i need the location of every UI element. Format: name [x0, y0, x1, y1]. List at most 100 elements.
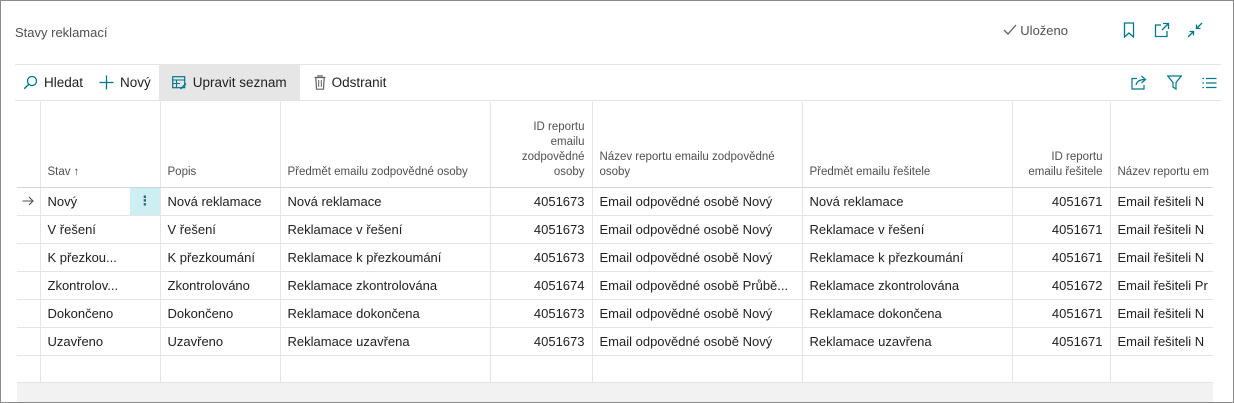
cell-id-res-empty[interactable]	[1012, 355, 1111, 383]
col-predmet-zodp[interactable]: Předmět emailu zodpovědné osoby	[280, 102, 491, 188]
cell-id-zodp[interactable]: 4051674	[490, 271, 593, 300]
cell-stav[interactable]: V řešení	[40, 215, 130, 244]
cell-predmet-zodp[interactable]: Reklamace k přezkoumání	[280, 243, 491, 272]
table-row[interactable]: Nový ⋮ Nová reklamace Nová reklamace 405…	[17, 187, 1213, 216]
cell-nazev-res[interactable]: Email řešiteli N	[1110, 243, 1213, 272]
cell-id-zodp[interactable]: 4051673	[490, 215, 593, 244]
cell-nazev-zodp[interactable]: Email odpovědné osobě Nový	[592, 327, 803, 356]
col-predmet-res[interactable]: Předmět emailu řešitele	[802, 102, 1013, 188]
col-popis[interactable]: Popis	[160, 102, 281, 188]
edit-list-button[interactable]: Upravit seznam	[158, 65, 300, 100]
view-actions	[1111, 75, 1221, 90]
page-frame: Stavy reklamací Uloženo Hledat Nový Upra…	[0, 0, 1234, 403]
row-menu-button[interactable]	[130, 299, 161, 328]
cell-popis[interactable]: Nová reklamace	[160, 187, 281, 216]
cell-stav[interactable]: Zkontrolov...	[40, 271, 130, 300]
col-id-res[interactable]: ID reportu emailu řešitele	[1012, 102, 1111, 188]
delete-button[interactable]: Odstranit	[300, 65, 395, 100]
row-menu-button[interactable]	[130, 355, 161, 383]
col-id-zodp[interactable]: ID reportu emailu zodpovědné osoby	[490, 102, 593, 188]
col-id-res-line1: ID reportu	[1051, 150, 1103, 163]
header-row: Stav ↑ Popis Předmět emailu zodpovědné os…	[17, 102, 1213, 188]
cell-nazev-zodp-empty[interactable]	[592, 355, 803, 383]
cell-nazev-zodp[interactable]: Email odpovědné osobě Průbě...	[592, 271, 803, 300]
cell-id-res[interactable]: 4051671	[1012, 187, 1111, 216]
cell-popis[interactable]: K přezkoumání	[160, 243, 281, 272]
table-row[interactable]: Uzavřeno Uzavřeno Reklamace uzavřena 405…	[17, 327, 1213, 356]
bookmark-icon[interactable]	[1121, 22, 1137, 38]
cell-stav[interactable]: Dokončeno	[40, 299, 130, 328]
cell-stav[interactable]: Nový	[40, 187, 130, 216]
cell-id-zodp-empty[interactable]	[490, 355, 593, 383]
sort-ascending-icon: ↑	[73, 165, 80, 178]
new-button[interactable]: Nový	[91, 65, 159, 100]
col-nazev-zodp-line2: osoby	[599, 165, 631, 178]
cell-id-res[interactable]: 4051672	[1012, 271, 1111, 300]
row-indicator	[17, 327, 41, 356]
open-new-window-icon[interactable]	[1154, 22, 1170, 38]
cell-id-zodp[interactable]: 4051673	[490, 187, 593, 216]
cell-id-zodp[interactable]: 4051673	[490, 327, 593, 356]
cell-predmet-zodp[interactable]: Reklamace v řešení	[280, 215, 491, 244]
cell-predmet-res[interactable]: Reklamace zkontrolována	[802, 271, 1013, 300]
table-row[interactable]: Zkontrolov... Zkontrolováno Reklamace zk…	[17, 271, 1213, 300]
cell-id-res[interactable]: 4051671	[1012, 327, 1111, 356]
row-indicator	[17, 271, 41, 300]
cell-predmet-zodp-empty[interactable]	[280, 355, 491, 383]
cell-stav[interactable]: K přezkou...	[40, 243, 130, 272]
cell-nazev-res[interactable]: Email řešiteli N	[1110, 327, 1213, 356]
col-id-zodp-line2: emailu	[550, 135, 585, 148]
list-view-icon[interactable]	[1202, 77, 1217, 89]
search-button[interactable]: Hledat	[15, 65, 91, 100]
cell-predmet-res[interactable]: Reklamace v řešení	[802, 215, 1013, 244]
table-row[interactable]: K přezkou... K přezkoumání Reklamace k p…	[17, 243, 1213, 272]
cell-popis[interactable]: Zkontrolováno	[160, 271, 281, 300]
col-nazev-zodp[interactable]: Název reportu emailu zodpovědné osoby	[592, 102, 803, 188]
cell-id-res[interactable]: 4051671	[1012, 299, 1111, 328]
cell-nazev-zodp[interactable]: Email odpovědné osobě Nový	[592, 187, 803, 216]
row-menu-button[interactable]	[130, 243, 161, 272]
cell-stav[interactable]: Uzavřeno	[40, 327, 130, 356]
cell-id-res[interactable]: 4051671	[1012, 243, 1111, 272]
cell-predmet-zodp[interactable]: Reklamace dokončena	[280, 299, 491, 328]
share-icon[interactable]	[1131, 75, 1147, 90]
filter-icon[interactable]	[1167, 75, 1182, 90]
table-row[interactable]: Dokončeno Dokončeno Reklamace dokončena …	[17, 299, 1213, 328]
cell-stav-empty[interactable]	[40, 355, 130, 383]
cell-nazev-res[interactable]: Email řešiteli N	[1110, 299, 1213, 328]
cell-predmet-zodp[interactable]: Nová reklamace	[280, 187, 491, 216]
row-menu-button[interactable]	[130, 215, 161, 244]
cell-nazev-zodp[interactable]: Email odpovědné osobě Nový	[592, 215, 803, 244]
cell-id-zodp[interactable]: 4051673	[490, 243, 593, 272]
row-indicator	[17, 299, 41, 328]
saved-label: Uloženo	[1020, 22, 1068, 38]
col-nazev-res[interactable]: Název reportu em	[1110, 102, 1213, 188]
cell-id-res[interactable]: 4051671	[1012, 215, 1111, 244]
cell-nazev-res[interactable]: Email řešiteli N	[1110, 215, 1213, 244]
cell-predmet-zodp[interactable]: Reklamace uzavřena	[280, 327, 491, 356]
row-menu-button[interactable]	[130, 327, 161, 356]
cell-popis[interactable]: Dokončeno	[160, 299, 281, 328]
cell-predmet-res-empty[interactable]	[802, 355, 1013, 383]
cell-predmet-res[interactable]: Nová reklamace	[802, 187, 1013, 216]
cell-nazev-res[interactable]: Email řešiteli Pr	[1110, 271, 1213, 300]
cell-predmet-zodp[interactable]: Reklamace zkontrolována	[280, 271, 491, 300]
cell-id-zodp[interactable]: 4051673	[490, 299, 593, 328]
col-stav[interactable]: Stav ↑	[40, 102, 130, 188]
cell-predmet-res[interactable]: Reklamace uzavřena	[802, 327, 1013, 356]
row-menu-button[interactable]: ⋮	[130, 187, 161, 216]
cell-predmet-res[interactable]: Reklamace dokončena	[802, 299, 1013, 328]
cell-popis-empty[interactable]	[160, 355, 281, 383]
cell-nazev-res-empty[interactable]	[1110, 355, 1213, 383]
table-row[interactable]: V řešení V řešení Reklamace v řešení 405…	[17, 215, 1213, 244]
cell-popis[interactable]: V řešení	[160, 215, 281, 244]
new-entry-row[interactable]	[17, 355, 1213, 383]
cell-nazev-res[interactable]: Email řešiteli N	[1110, 187, 1213, 216]
cell-popis[interactable]: Uzavřeno	[160, 327, 281, 356]
new-label: Nový	[120, 75, 151, 90]
collapse-icon[interactable]	[1187, 22, 1203, 38]
cell-nazev-zodp[interactable]: Email odpovědné osobě Nový	[592, 243, 803, 272]
row-menu-button[interactable]	[130, 271, 161, 300]
cell-predmet-res[interactable]: Reklamace k přezkoumání	[802, 243, 1013, 272]
cell-nazev-zodp[interactable]: Email odpovědné osobě Nový	[592, 299, 803, 328]
